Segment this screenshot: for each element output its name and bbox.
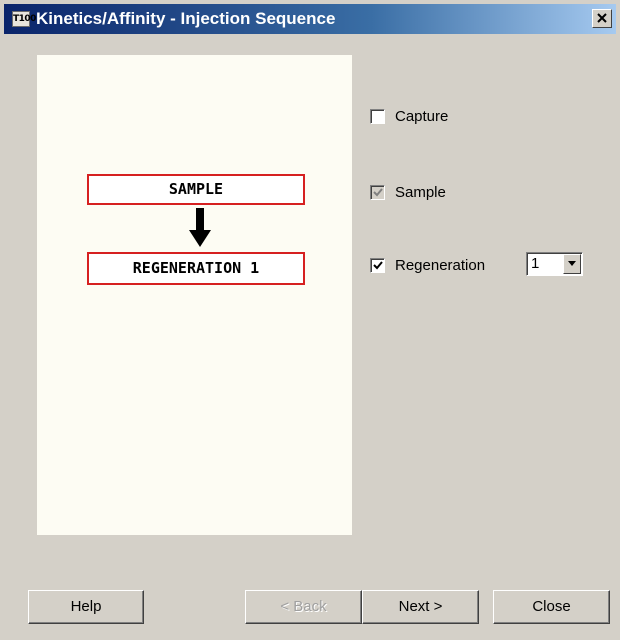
sample-label: Sample: [395, 184, 446, 201]
sequence-preview-panel: SAMPLE REGENERATION 1: [37, 55, 352, 535]
arrow-down-icon: [189, 208, 211, 247]
chevron-down-icon: [568, 261, 576, 266]
app-icon: T100: [12, 11, 36, 27]
help-button[interactable]: Help: [28, 590, 144, 624]
sequence-step-regeneration: REGENERATION 1: [87, 252, 305, 285]
regeneration-count-value: 1: [531, 255, 540, 272]
dropdown-button[interactable]: [563, 254, 581, 274]
next-button[interactable]: Next >: [362, 590, 479, 624]
regeneration-label: Regeneration: [395, 257, 486, 274]
close-button[interactable]: Close: [493, 590, 610, 624]
back-button: < Back: [245, 590, 362, 624]
sequence-step-sample: SAMPLE: [87, 174, 305, 205]
injection-sequence-dialog: T100 Kinetics/Affinity - Injection Seque…: [0, 0, 620, 640]
sample-checkbox: [370, 185, 385, 200]
close-icon: [597, 13, 607, 23]
window-title: Kinetics/Affinity - Injection Sequence: [36, 9, 336, 28]
regeneration-checkbox[interactable]: [370, 258, 385, 273]
regeneration-count-select[interactable]: 1: [526, 252, 583, 276]
title-bar[interactable]: T100 Kinetics/Affinity - Injection Seque…: [4, 4, 616, 34]
capture-label: Capture: [395, 108, 449, 125]
checkmark-icon: [373, 261, 383, 270]
window-close-button[interactable]: [592, 9, 612, 28]
checkmark-icon: [373, 188, 383, 197]
capture-checkbox[interactable]: [370, 109, 385, 124]
